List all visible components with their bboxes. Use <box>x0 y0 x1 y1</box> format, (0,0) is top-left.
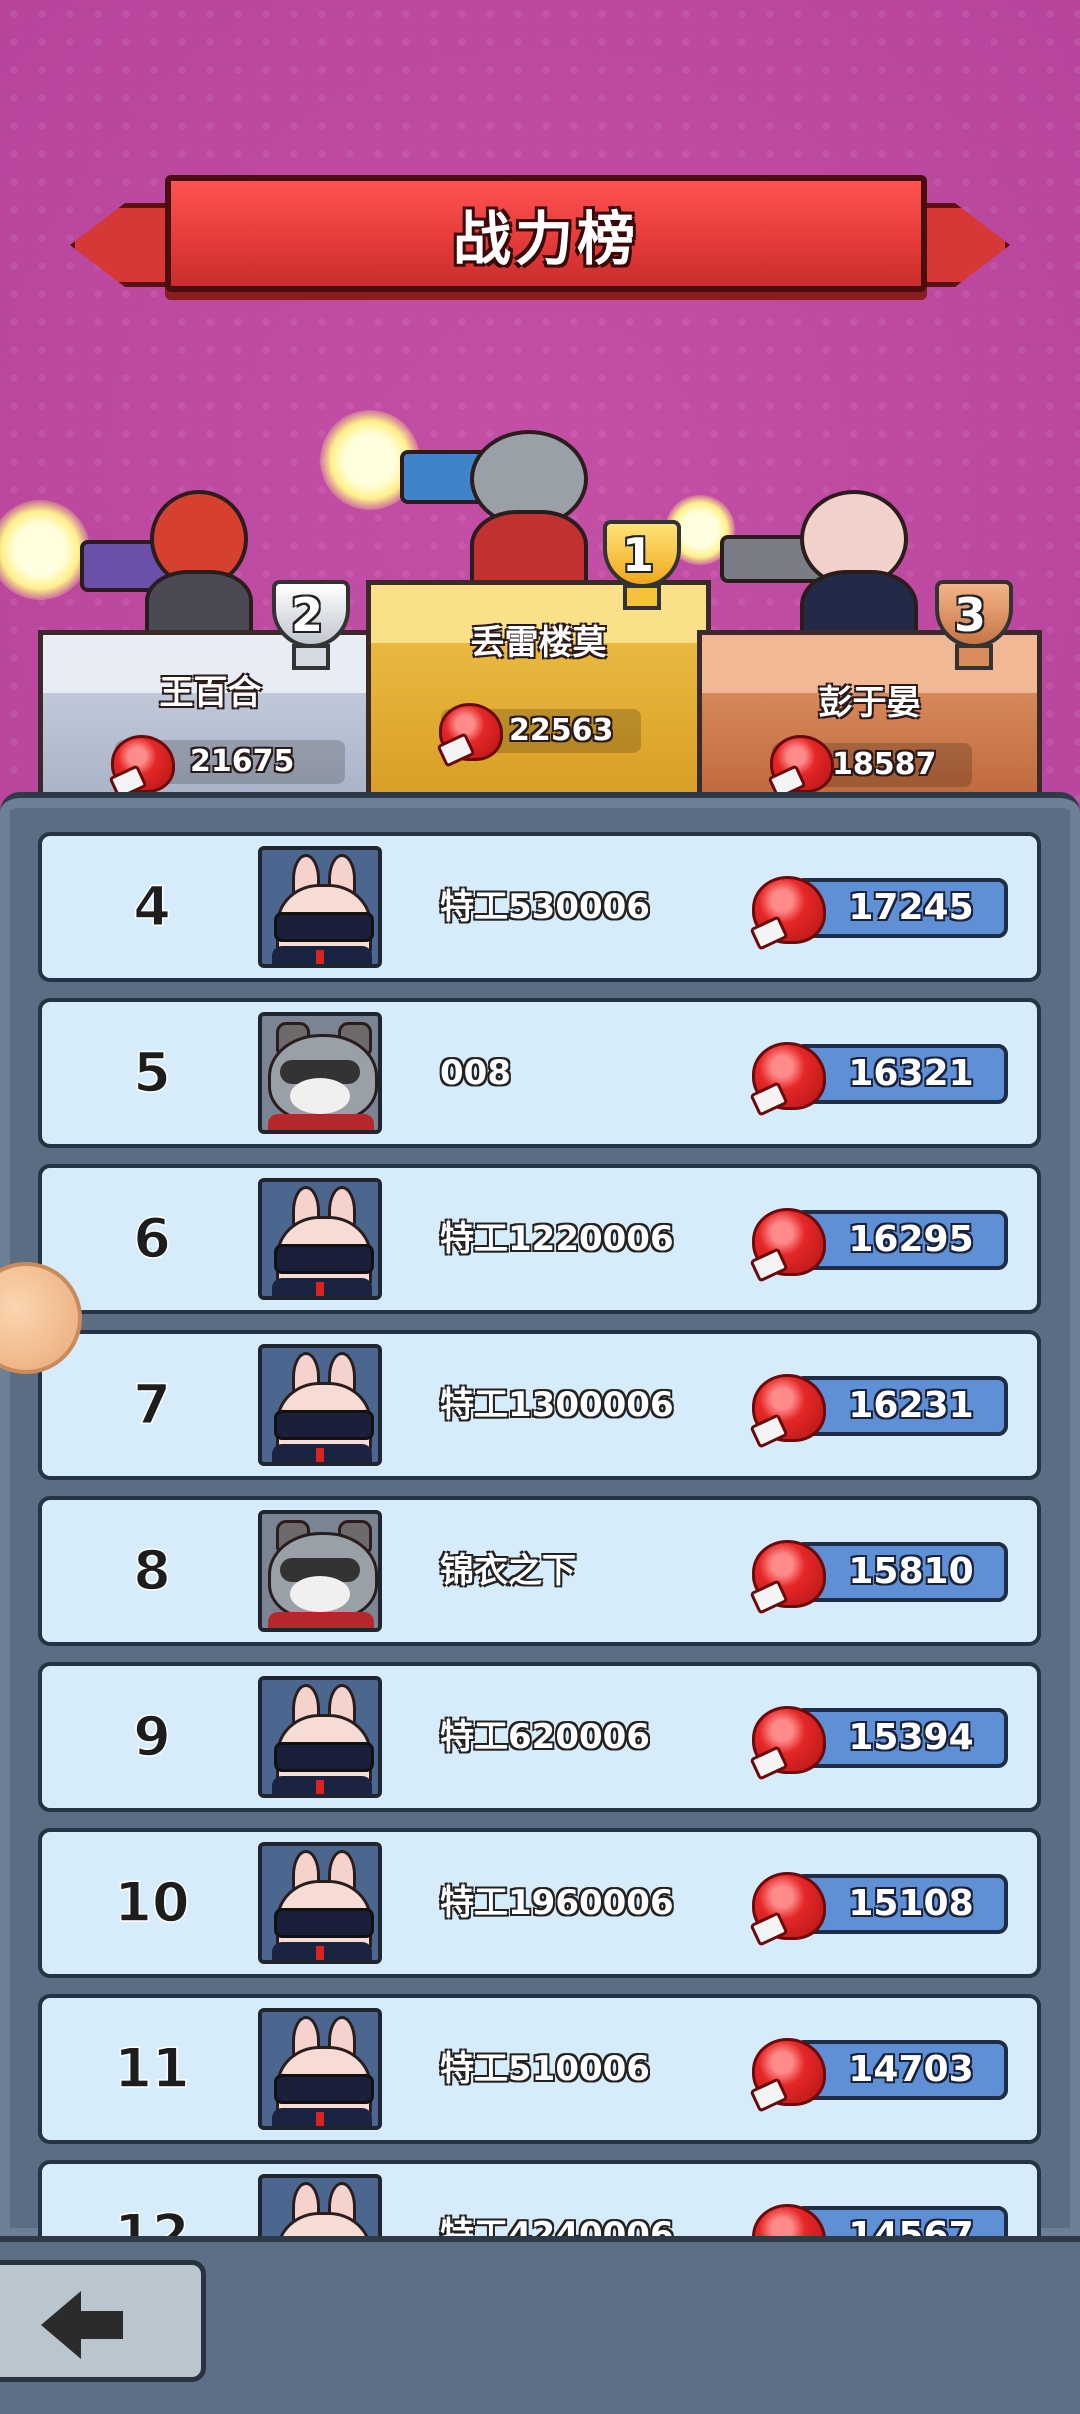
row-player-name: 特工4240006 <box>440 2215 674 2237</box>
boxing-glove-icon <box>752 876 826 944</box>
row-power: 16231 <box>794 1376 1008 1436</box>
podium-power: 18587 <box>832 747 937 782</box>
row-player-name: 锦衣之下 <box>440 1551 576 1591</box>
banner-ribbon: 战力榜 <box>165 175 927 292</box>
row-rank: 5 <box>132 1040 171 1105</box>
row-player-name: 008 <box>440 1053 511 1093</box>
podium-power: 22563 <box>509 713 614 748</box>
row-rank: 11 <box>114 2036 191 2101</box>
row-rank: 4 <box>132 874 171 939</box>
row-rank: 7 <box>132 1372 171 1437</box>
leaderboard-row[interactable]: 9 特工620006 15394 <box>38 1662 1041 1812</box>
avatar <box>258 2174 382 2237</box>
row-rank: 6 <box>132 1206 171 1271</box>
leaderboard-row[interactable]: 7 特工1300006 16231 <box>38 1330 1041 1480</box>
row-power: 15810 <box>794 1542 1008 1602</box>
row-player-name: 特工510006 <box>440 2049 650 2089</box>
podium-name: 彭于晏 <box>818 683 921 723</box>
trophy-rank: 1 <box>621 528 654 582</box>
row-player-name: 特工1960006 <box>440 1883 674 1923</box>
leaderboard-row[interactable]: 11 特工510006 14703 <box>38 1994 1041 2144</box>
cup-base <box>623 584 661 610</box>
avatar <box>258 1344 382 1466</box>
boxing-glove-icon <box>752 1706 826 1774</box>
avatar <box>258 1012 382 1134</box>
row-power: 15108 <box>794 1874 1008 1934</box>
boxing-glove-icon <box>752 1374 826 1442</box>
boxing-glove-icon <box>752 1540 826 1608</box>
boxing-glove-icon <box>770 735 834 793</box>
row-rank: 8 <box>132 1538 171 1603</box>
leaderboard-row[interactable]: 8 锦衣之下 15810 <box>38 1496 1041 1646</box>
leaderboard-row[interactable]: 12 特工4240006 14567 <box>38 2160 1041 2237</box>
boxing-glove-icon <box>439 703 503 761</box>
leaderboard-list[interactable]: 4 特工530006 17245 5 008 16321 6 特工1220006… <box>38 832 1043 2237</box>
boxing-glove-icon <box>752 1872 826 1940</box>
leaderboard-row[interactable]: 6 特工1220006 16295 <box>38 1164 1041 1314</box>
avatar <box>258 1842 382 1964</box>
leaderboard-row[interactable]: 10 特工1960006 15108 <box>38 1828 1041 1978</box>
row-rank: 10 <box>114 1870 191 1935</box>
page-title: 战力榜 <box>452 204 639 273</box>
leaderboard-row[interactable]: 4 特工530006 17245 <box>38 832 1041 982</box>
row-player-name: 特工1220006 <box>440 1219 674 1259</box>
trophy-rank: 2 <box>290 588 323 642</box>
podium-name: 丢雷楼莫 <box>470 623 607 663</box>
podium-name: 王百合 <box>159 673 262 713</box>
cup-base <box>292 644 330 670</box>
back-arrow-icon <box>41 2291 123 2359</box>
trophy-gold-icon: 1 <box>593 520 683 610</box>
avatar <box>258 1178 382 1300</box>
podium-first[interactable]: 丢雷楼莫 22563 <box>366 580 711 795</box>
row-player-name: 特工530006 <box>440 887 650 927</box>
row-player-name: 特工1300006 <box>440 1385 674 1425</box>
row-power: 17245 <box>794 878 1008 938</box>
boxing-glove-icon <box>752 1208 826 1276</box>
trophy-rank: 3 <box>953 588 986 642</box>
back-button[interactable] <box>0 2260 206 2382</box>
cup-base <box>955 644 993 670</box>
player-character-1[interactable] <box>400 420 610 600</box>
row-power: 14567 <box>794 2206 1008 2237</box>
avatar <box>258 2008 382 2130</box>
leaderboard-row[interactable]: 5 008 16321 <box>38 998 1041 1148</box>
row-power: 16295 <box>794 1210 1008 1270</box>
row-rank: 12 <box>114 2202 191 2237</box>
row-power: 15394 <box>794 1708 1008 1768</box>
avatar <box>258 846 382 968</box>
row-player-name: 特工620006 <box>440 1717 650 1757</box>
trophy-silver-icon: 2 <box>262 580 352 670</box>
title-banner: 战力榜 <box>70 175 1010 300</box>
row-power: 16321 <box>794 1044 1008 1104</box>
avatar <box>258 1510 382 1632</box>
boxing-glove-icon <box>111 735 175 793</box>
boxing-glove-icon <box>752 1042 826 1110</box>
trophy-bronze-icon: 3 <box>925 580 1015 670</box>
row-power: 14703 <box>794 2040 1008 2100</box>
avatar <box>258 1676 382 1798</box>
boxing-glove-icon <box>752 2038 826 2106</box>
podium-power: 21675 <box>190 744 295 779</box>
row-rank: 9 <box>132 1704 171 1769</box>
